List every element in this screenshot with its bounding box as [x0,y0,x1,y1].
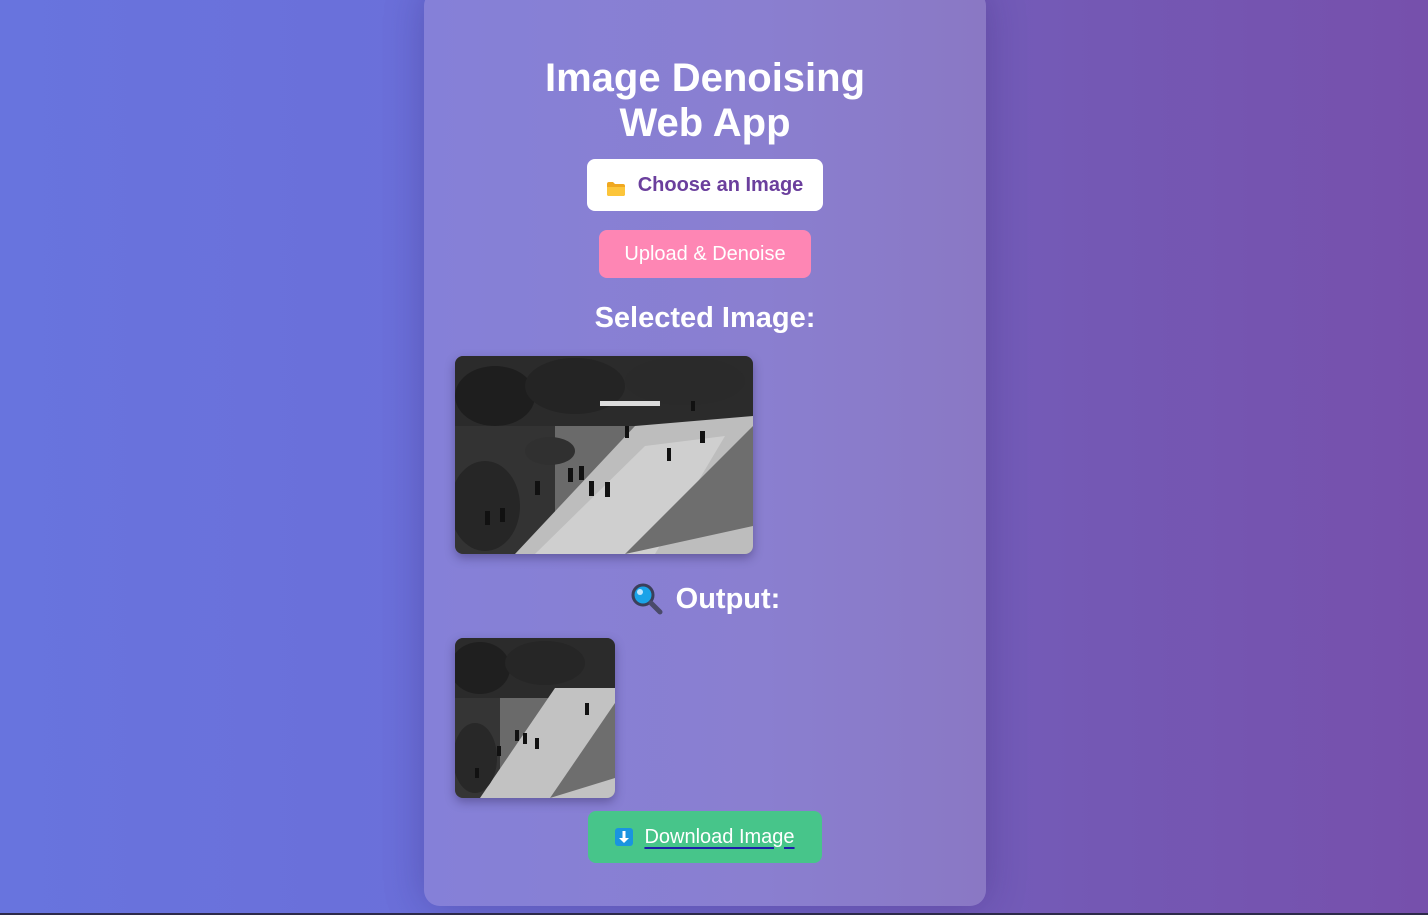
output-heading: Output: [455,582,955,616]
folder-icon [606,179,625,196]
download-arrow-icon [615,828,634,846]
download-link[interactable]: Download Image [615,825,795,849]
app-card: Image Denoising Web App Choose an Image … [424,0,986,906]
choose-image-label: Choose an Image [637,173,804,196]
choose-image-button[interactable]: Choose an Image [587,159,823,211]
magnifier-icon [630,582,664,616]
output-image-preview [455,638,615,798]
selected-image-preview [455,356,753,554]
output-heading-label: Output: [675,583,781,615]
upload-denoise-button[interactable]: Upload & Denoise [599,230,811,278]
download-button[interactable]: Download Image [588,811,822,863]
selected-image-heading: Selected Image: [594,302,816,334]
page-title: Image Denoising Web App [544,56,866,145]
download-label: Download Image [644,825,795,848]
